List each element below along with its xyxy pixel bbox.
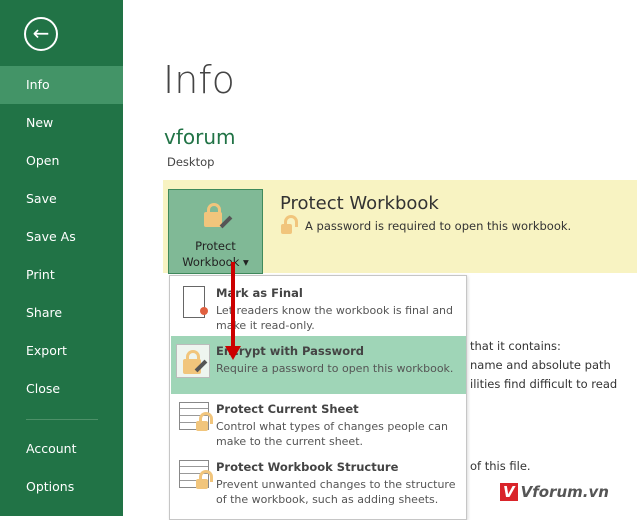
watermark-logo: V <box>500 483 518 501</box>
menu-item-description: Let readers know the workbook is final a… <box>216 304 454 332</box>
sidebar-item-share[interactable]: Share <box>0 294 123 332</box>
sheet-lock-icon <box>179 402 213 431</box>
sidebar-item-save[interactable]: Save <box>0 180 123 218</box>
watermark-text: Vforum.vn <box>520 483 609 501</box>
menu-item-protect-workbook-structure[interactable]: Protect Workbook Structure Prevent unwan… <box>171 452 466 510</box>
lock-small-icon <box>281 215 298 234</box>
protect-title: Protect Workbook <box>280 193 439 214</box>
sidebar-item-info[interactable]: Info <box>0 66 123 104</box>
info-text: ilities find difficult to read <box>470 377 618 391</box>
sidebar-item-export[interactable]: Export <box>0 332 123 370</box>
menu-item-description: Require a password to open this workbook… <box>216 362 454 375</box>
menu-item-protect-current-sheet[interactable]: Protect Current Sheet Control what types… <box>171 394 466 452</box>
annotation-arrow <box>231 262 235 350</box>
info-text: of this file. <box>470 459 531 473</box>
workbook-lock-icon <box>179 460 213 489</box>
menu-item-title: Protect Current Sheet <box>216 402 359 416</box>
certificate-document-icon <box>183 286 208 318</box>
protect-workbook-button[interactable]: Protect Workbook ▾ <box>168 189 263 274</box>
sidebar-divider <box>26 419 98 420</box>
back-button[interactable]: ← <box>24 17 58 51</box>
sidebar-item-options[interactable]: Options <box>0 468 123 506</box>
sidebar-item-close[interactable]: Close <box>0 370 123 408</box>
menu-item-mark-as-final[interactable]: Mark as Final Let readers know the workb… <box>171 278 466 336</box>
sidebar-item-account[interactable]: Account <box>0 430 123 468</box>
sidebar: ← Info New Open Save Save As Print Share… <box>0 0 123 516</box>
sidebar-item-new[interactable]: New <box>0 104 123 142</box>
menu-item-title: Protect Workbook Structure <box>216 460 399 474</box>
workbook-name: vforum <box>164 125 236 149</box>
sidebar-item-print[interactable]: Print <box>0 256 123 294</box>
menu-item-encrypt-with-password[interactable]: Encrypt with Password Require a password… <box>171 336 466 394</box>
menu-item-description: Prevent unwanted changes to the structur… <box>216 478 456 506</box>
protect-workbook-menu: Mark as Final Let readers know the workb… <box>169 275 467 520</box>
sidebar-item-open[interactable]: Open <box>0 142 123 180</box>
protect-description: A password is required to open this work… <box>305 219 572 233</box>
lock-key-icon <box>176 344 210 378</box>
menu-item-description: Control what types of changes people can… <box>216 420 448 448</box>
annotation-arrowhead <box>225 346 241 360</box>
workbook-location: Desktop <box>167 155 215 169</box>
protect-button-label-2: Workbook ▾ <box>182 255 249 269</box>
watermark: V Vforum.vn <box>500 483 609 501</box>
info-text: that it contains: <box>470 339 561 353</box>
page-title: Info <box>163 58 235 102</box>
menu-item-title: Mark as Final <box>216 286 303 300</box>
sidebar-item-save-as[interactable]: Save As <box>0 218 123 256</box>
protect-button-label: Protect <box>195 239 236 253</box>
info-text: name and absolute path <box>470 358 611 372</box>
